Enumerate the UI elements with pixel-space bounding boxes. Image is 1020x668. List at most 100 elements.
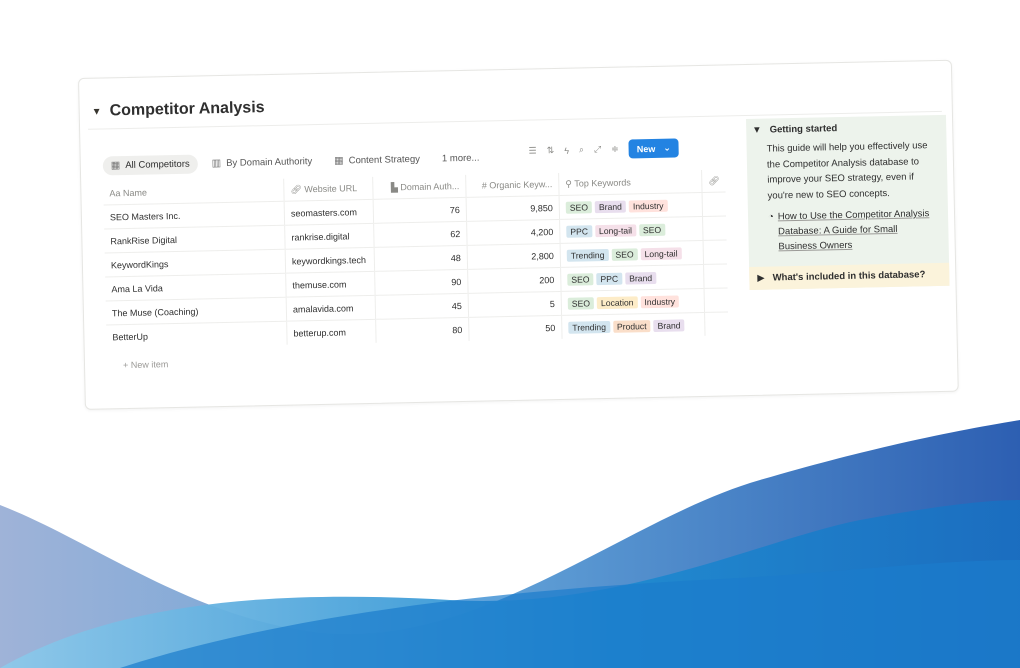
tab-label: All Competitors: [125, 158, 190, 172]
new-button[interactable]: New ⌄: [628, 138, 680, 159]
column-header-domain-authority[interactable]: ▙ Domain Auth...: [372, 174, 467, 200]
keyword-tag[interactable]: Trending: [566, 248, 609, 262]
column-label: Name: [122, 187, 148, 199]
keyword-tag[interactable]: Brand: [625, 271, 657, 285]
column-label: Top Keywords: [574, 176, 631, 189]
row-domain-authority-cell[interactable]: 62: [373, 221, 468, 248]
row-name-cell[interactable]: BetterUp: [106, 321, 288, 349]
sort-icon[interactable]: ⇅: [547, 145, 555, 156]
keyword-tag[interactable]: PPC: [596, 272, 623, 285]
row-organic-keywords-cell[interactable]: 200: [467, 267, 562, 294]
keyword-tag[interactable]: Product: [612, 319, 651, 333]
keyword-tag[interactable]: SEO: [567, 272, 594, 286]
new-button-label: New: [636, 143, 656, 154]
keyword-tag[interactable]: Industry: [640, 294, 680, 308]
tab-all-competitors[interactable]: ▦ All Competitors: [102, 154, 198, 176]
row-empty-cell: [703, 263, 728, 289]
row-domain-authority-cell[interactable]: 45: [375, 293, 469, 320]
guide-link[interactable]: ◔ How to Use the Competitor Analysis Dat…: [748, 200, 949, 267]
row-top-keywords-cell[interactable]: Trending Product Brand: [561, 312, 706, 339]
board-icon: ▥: [211, 158, 222, 170]
row-domain-authority-cell[interactable]: 80: [375, 317, 470, 343]
row-empty-cell: [703, 239, 728, 265]
keyword-tag[interactable]: Trending: [568, 320, 611, 334]
tab-more-views[interactable]: 1 more...: [434, 148, 488, 168]
tab-content-strategy[interactable]: ▦ Content Strategy: [326, 150, 428, 171]
expand-icon[interactable]: ⤢: [594, 144, 601, 155]
link-icon: 🔗︎: [290, 183, 305, 195]
table-icon: ▦: [334, 155, 344, 167]
column-header-organic-keywords[interactable]: # Organic Keyw...: [465, 172, 560, 198]
getting-started-panel: ▼ Getting started This guide will help y…: [746, 114, 950, 290]
keyword-tag[interactable]: SEO: [638, 223, 666, 236]
column-header-add[interactable]: 🔗︎: [701, 169, 726, 193]
column-header-top-keywords[interactable]: ⚲ Top Keywords: [558, 169, 703, 196]
bar-icon: ▙: [390, 181, 401, 192]
page-title: Competitor Analysis: [109, 99, 265, 120]
filter-icon[interactable]: ☰: [529, 145, 537, 156]
keyword-tag[interactable]: SEO: [611, 247, 638, 261]
row-empty-cell: [702, 191, 727, 217]
row-top-keywords-cell[interactable]: Trending SEO Long-tail: [560, 240, 704, 268]
row-domain-authority-cell[interactable]: 76: [373, 197, 467, 224]
tag-icon: ⚲: [565, 178, 575, 189]
settings-icon[interactable]: ≑: [611, 144, 619, 155]
table-icon: ▦: [110, 160, 121, 172]
guide-link-label[interactable]: How to Use the Competitor Analysis Datab…: [778, 206, 935, 254]
row-organic-keywords-cell[interactable]: 50: [468, 315, 563, 341]
row-organic-keywords-cell[interactable]: 5: [468, 291, 562, 318]
keyword-tag[interactable]: SEO: [565, 200, 593, 214]
row-url-cell[interactable]: rankrise.digital: [284, 223, 375, 250]
tab-by-domain-authority[interactable]: ▥ By Domain Authority: [204, 152, 321, 173]
row-empty-cell: [702, 215, 727, 241]
collapse-caret-icon[interactable]: ▼: [92, 106, 102, 117]
keyword-tag[interactable]: Long-tail: [594, 223, 637, 237]
caret-right-icon: ▶: [757, 272, 765, 284]
column-label: Organic Keyw...: [489, 179, 553, 191]
page-icon: ◔: [767, 211, 774, 223]
automation-icon[interactable]: ϟ: [564, 145, 569, 155]
chevron-down-icon[interactable]: ⌄: [663, 143, 671, 154]
row-domain-authority-cell[interactable]: 90: [374, 269, 469, 296]
keyword-tag[interactable]: Location: [596, 295, 638, 309]
getting-started-text: This guide will help you effectively use…: [766, 140, 928, 202]
column-label: Website URL: [304, 182, 358, 194]
caret-down-icon: ▼: [752, 124, 762, 136]
keyword-tag[interactable]: SEO: [567, 296, 595, 310]
row-url-cell[interactable]: amalavida.com: [286, 295, 376, 322]
database-card: ▼ Competitor Analysis ▦ All Competitors …: [78, 59, 959, 410]
row-organic-keywords-cell[interactable]: 9,850: [466, 195, 560, 222]
whats-included-toggle[interactable]: ▶ What's included in this database?: [749, 262, 950, 290]
keyword-tag[interactable]: Brand: [594, 200, 627, 213]
row-empty-cell: [704, 311, 729, 336]
plus-icon: +: [122, 359, 131, 371]
text-property-icon: Aa: [109, 188, 124, 199]
row-url-cell[interactable]: themuse.com: [285, 271, 376, 298]
row-domain-authority-cell[interactable]: 48: [374, 245, 468, 272]
keyword-tag[interactable]: Brand: [653, 318, 685, 332]
row-organic-keywords-cell[interactable]: 4,200: [466, 219, 561, 246]
database-toolbar: ☰ ⇅ ϟ ⌕ ⤢ ≑ New ⌄: [528, 138, 680, 160]
tab-label: 1 more...: [441, 152, 480, 165]
search-icon[interactable]: ⌕: [579, 144, 584, 155]
row-top-keywords-cell[interactable]: SEO Brand Industry: [559, 192, 703, 220]
whats-included-label: What's included in this database?: [772, 269, 926, 284]
view-tabs: ▦ All Competitors ▥ By Domain Authority …: [102, 148, 488, 176]
row-empty-cell: [704, 287, 729, 313]
row-organic-keywords-cell[interactable]: 2,800: [467, 243, 561, 270]
row-top-keywords-cell[interactable]: SEO PPC Brand: [560, 264, 705, 292]
tab-label: By Domain Authority: [226, 156, 313, 169]
row-top-keywords-cell[interactable]: SEO Location Industry: [561, 288, 705, 316]
row-top-keywords-cell[interactable]: PPC Long-tail SEO: [559, 216, 704, 244]
getting-started-heading: Getting started: [769, 123, 838, 136]
keyword-tag[interactable]: PPC: [566, 224, 593, 238]
keyword-tag[interactable]: Industry: [628, 199, 668, 212]
title-row: ▼ Competitor Analysis: [92, 99, 265, 121]
new-item-button[interactable]: + New item: [123, 359, 168, 370]
row-url-cell[interactable]: keywordkings.tech: [285, 247, 375, 274]
tab-label: Content Strategy: [348, 153, 421, 167]
keyword-tag[interactable]: Long-tail: [640, 246, 682, 260]
column-header-url[interactable]: 🔗︎ Website URL: [283, 176, 374, 202]
row-url-cell[interactable]: betterup.com: [286, 319, 377, 345]
row-url-cell[interactable]: seomasters.com: [284, 199, 374, 226]
